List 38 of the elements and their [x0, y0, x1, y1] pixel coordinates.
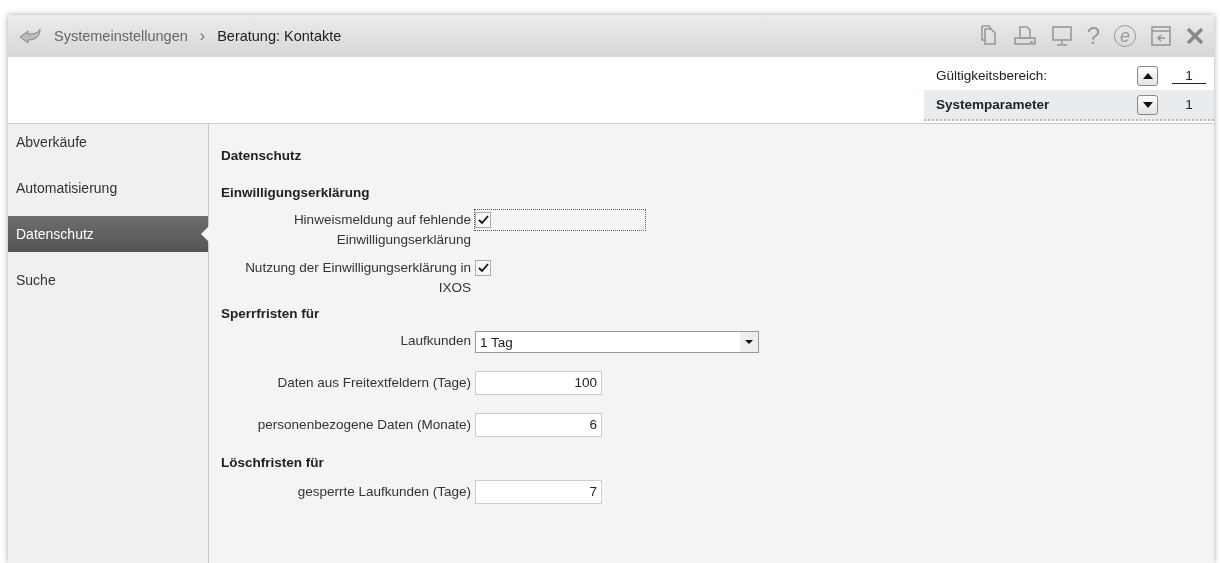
down-triangle-icon — [1142, 101, 1153, 108]
scope-value: 1 — [1172, 67, 1206, 84]
close-icon[interactable] — [1186, 27, 1204, 45]
print-icon[interactable] — [1012, 25, 1037, 47]
checkbox-label: Hinweismeldung auf fehlende Einwilligungserklärung — [292, 211, 471, 249]
section-title: Datenschutz — [221, 148, 303, 163]
dropdown[interactable]: 1 Tag — [475, 331, 759, 353]
checkbox-label: Nutzung der Einwilligungserklärung in IXOS — [244, 259, 471, 297]
field-label: gesperrte Laufkunden (Tage) — [296, 483, 471, 501]
field-label: Daten aus Freitextfeldern (Tage) — [276, 374, 471, 392]
group-heading: Löschfristen für — [221, 455, 325, 470]
sidebar-item[interactable]: Datenschutz — [8, 216, 208, 252]
sidebar-item[interactable]: Automatisierung — [8, 170, 208, 206]
scope-label: Gültigkeitsbereich: — [936, 68, 1049, 83]
number-field[interactable]: 6 — [475, 413, 602, 437]
back-icon[interactable] — [18, 27, 42, 45]
field-label: Laufkunden — [399, 332, 471, 350]
group-heading: Einwilligungserklärung — [221, 185, 371, 200]
scope-row-label: Systemparameter — [936, 97, 1051, 112]
page-title: Beratung: Kontakte — [217, 28, 342, 44]
up-triangle-icon — [1142, 72, 1153, 79]
caret-icon — [745, 340, 753, 344]
breadcrumb-link[interactable]: Systemeinstellungen — [54, 28, 188, 44]
scroll-down-button[interactable] — [1137, 94, 1158, 115]
sidebar-item[interactable]: Suche — [8, 262, 208, 298]
number-field[interactable]: 100 — [475, 371, 602, 395]
copy-icon[interactable] — [978, 25, 999, 47]
breadcrumb-separator: › — [199, 27, 206, 45]
exit-icon[interactable] — [1150, 25, 1172, 47]
scroll-up-button[interactable] — [1137, 65, 1158, 86]
monitor-icon[interactable] — [1050, 25, 1073, 47]
group-heading: Sperrfristen für — [221, 306, 321, 321]
scope-row-value: 1 — [1184, 97, 1194, 112]
checkbox[interactable] — [475, 260, 491, 276]
number-field[interactable]: 7 — [475, 480, 602, 504]
field-label: personenbezogene Daten (Monate) — [256, 416, 471, 434]
checkbox[interactable] — [475, 212, 491, 228]
sidebar-item[interactable]: Abverkäufe — [8, 124, 208, 160]
